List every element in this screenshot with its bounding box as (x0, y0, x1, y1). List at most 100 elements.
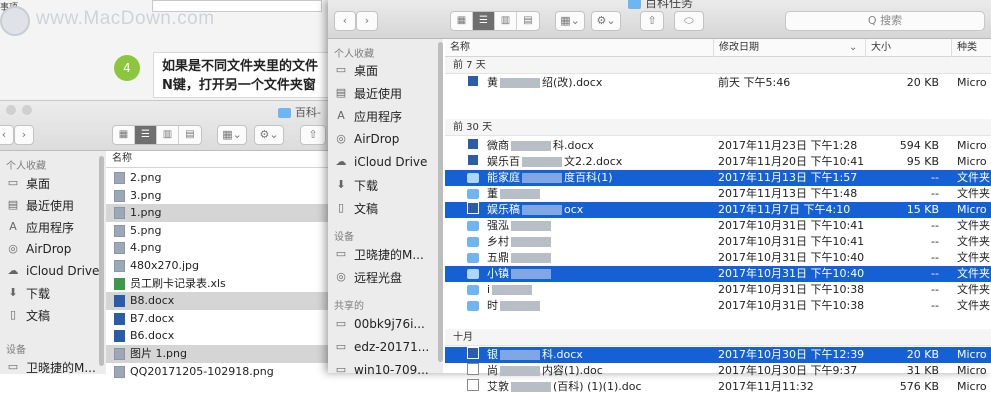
file-date: 2017年10月31日 下午10:40 (718, 251, 865, 264)
sidebar-item-airdrop[interactable]: ◎ AirDrop (334, 129, 399, 149)
gallery-view-icon[interactable]: ▤ (179, 126, 201, 144)
gallery-view-icon[interactable]: ▤ (517, 12, 539, 30)
computer-icon: ▭ (335, 247, 347, 260)
sidebar-item-applications[interactable]: A 应用程序 (334, 106, 402, 126)
icon-view-icon[interactable]: ▦ (113, 126, 135, 144)
close-icon[interactable] (6, 105, 16, 115)
action-gear-button[interactable]: ⚙⌄ (591, 11, 621, 31)
image-file-icon (114, 365, 125, 378)
front-finder-window[interactable]: 百科任务 ‹ › ▦ ☰ ▥ ▤ ▦⌄ ⚙⌄ ⇧ ⬭ Q 搜索 个人收藏 ▭ 桌面 ▤ 最… (328, 0, 991, 393)
column-header-size[interactable]: 大小 (865, 39, 951, 57)
view-mode-segment[interactable]: ▦ ☰ ▥ ▤ (450, 11, 540, 31)
file-row[interactable]: 银科.docx 2017年10月30日 下午12:39 20 KB Micro (445, 347, 991, 363)
file-row[interactable]: 微商 科.docx 2017年11月23日 下午1:28 594 KB Micro (445, 138, 991, 154)
view-mode-segment[interactable]: ▦ ☰ ▥ ▤ (112, 125, 202, 145)
search-input[interactable]: Q 搜索 (785, 11, 985, 31)
sidebar-item-label: iCloud Drive (354, 155, 428, 169)
file-row[interactable]: 1.png (106, 204, 330, 223)
folder-icon (278, 108, 291, 118)
file-date: 2017年11月11:32 (718, 380, 814, 393)
column-view-icon[interactable]: ▥ (495, 12, 517, 30)
file-row[interactable]: 乡村 2017年10月31日 下午10:41 -- 文件夹 (445, 234, 991, 250)
action-gear-button[interactable]: ⚙⌄ (254, 125, 284, 145)
file-row[interactable]: 2.png (106, 169, 330, 187)
file-name: 乡村 (487, 234, 707, 250)
sidebar-item-device[interactable]: ▭ 卫晓捷的M... (6, 357, 96, 377)
column-header-date[interactable]: 修改日期 (713, 39, 865, 57)
back-finder-window[interactable]: 百科- ‹ › ▦ ☰ ▥ ▤ ▦⌄ ⚙⌄ ⇧ 个人收藏 ▭ 桌面 ▤ 最近使用 A 应用程… (0, 100, 330, 378)
column-header-kind[interactable]: 种类 (951, 39, 991, 57)
file-row[interactable]: B7.docx (106, 310, 330, 328)
file-row[interactable]: 时 2017年10月31日 下午10:38 -- 文件夹 (445, 298, 991, 314)
sidebar-item-desktop[interactable]: ▭ 桌面 (6, 173, 50, 193)
share-button[interactable]: ⇧ (300, 125, 326, 145)
file-row[interactable]: 4.png (106, 239, 330, 257)
file-row[interactable]: 五鼎 2017年10月31日 下午10:40 -- 文件夹 (445, 250, 991, 266)
file-name: 董 (487, 186, 707, 202)
arrange-button[interactable]: ▦⌄ (555, 11, 585, 31)
sidebar-item-shared[interactable]: ▭ edz-20171... (334, 337, 429, 357)
sidebar-scrollbar[interactable] (99, 156, 104, 366)
file-row[interactable]: 3.png (106, 187, 330, 205)
sidebar-item-downloads[interactable]: ⬇ 下载 (6, 283, 50, 303)
list-view-icon[interactable]: ☰ (135, 126, 157, 144)
front-sidebar: 个人收藏 ▭ 桌面 ▤ 最近使用 A 应用程序 ◎ AirDrop ☁ iCloud Dr… (328, 39, 443, 377)
column-view-icon[interactable]: ▥ (157, 126, 179, 144)
sidebar-item-documents[interactable]: ▯ 文稿 (6, 305, 50, 325)
forward-button[interactable]: › (356, 11, 378, 31)
file-row[interactable]: B6.docx (106, 327, 330, 345)
sidebar-item-desktop[interactable]: ▭ 桌面 (334, 60, 378, 80)
sidebar-item-recents[interactable]: ▤ 最近使用 (6, 195, 74, 215)
file-row[interactable]: 娱乐百 文2.2.docx 2017年11月20日 下午10:41 95 KB Micr… (445, 154, 991, 170)
file-kind: Micro (957, 348, 987, 361)
arrange-button[interactable]: ▦⌄ (217, 125, 247, 145)
sidebar-item-applications[interactable]: A 应用程序 (6, 217, 74, 237)
icon-view-icon[interactable]: ▦ (451, 12, 473, 30)
applications-icon: A (337, 109, 345, 122)
file-row[interactable]: 强泓 2017年10月31日 下午10:41 -- 文件夹 (445, 218, 991, 234)
sidebar-item-shared[interactable]: ▭ win10-709... (334, 360, 429, 380)
file-row[interactable]: i 2017年10月31日 下午10:38 -- 文件夹 (445, 282, 991, 298)
tag-button[interactable]: ⬭ (674, 11, 704, 31)
sidebar-item-airdrop[interactable]: ◎ AirDrop (6, 239, 71, 259)
sidebar-scrollbar[interactable] (438, 42, 443, 362)
back-button[interactable]: ‹ (0, 125, 14, 145)
file-name: 小镇 (487, 266, 707, 282)
group-header: 前 7 天 (445, 57, 991, 74)
sidebar-item-documents[interactable]: ▯ 文稿 (334, 198, 378, 218)
sidebar-item-icloud[interactable]: ☁ iCloud Drive (334, 152, 428, 172)
file-kind: Micro (957, 139, 987, 152)
column-header-name[interactable]: 名称 (106, 151, 330, 168)
file-date: 2017年11月13日 下午1:57 (718, 171, 858, 184)
redacted-text (511, 221, 551, 231)
file-row[interactable]: 能家庭 度百科(1) 2017年11月13日 下午1:57 -- 文件夹 (445, 170, 991, 186)
list-view-icon[interactable]: ☰ (473, 12, 495, 30)
sidebar-item-device[interactable]: ▭ 卫晓捷的M... (334, 244, 424, 264)
file-date: 前天 下午5:46 (718, 76, 791, 89)
back-button[interactable]: ‹ (334, 11, 356, 31)
sidebar-item-remote-disc[interactable]: ◎ 远程光盘 (334, 267, 402, 287)
file-row[interactable]: 小镇 2017年10月31日 下午10:40 -- 文件夹 (445, 266, 991, 282)
file-row[interactable]: B8.docx (106, 292, 330, 311)
forward-button[interactable]: › (14, 125, 34, 145)
sidebar-item-shared[interactable]: ▭ 00bk9j76i... (334, 314, 425, 334)
file-row[interactable]: 娱乐稿 ocx 2017年11月7日 下午4:10 15 KB Micro (445, 202, 991, 218)
column-header-name[interactable]: 名称 (445, 39, 713, 57)
file-row[interactable]: 5.png (106, 222, 330, 240)
file-row[interactable]: QQ20171205-102918.png (106, 363, 330, 381)
file-row[interactable]: 尚内容(1).doc 2017年10月30日 下午9:37 31 KB Micro (445, 363, 991, 379)
share-button[interactable]: ⇧ (640, 11, 664, 31)
sidebar-item-downloads[interactable]: ⬇ 下载 (334, 175, 378, 195)
file-row[interactable]: 480x270.jpg (106, 257, 330, 275)
file-row[interactable]: 图片 1.png (106, 345, 330, 363)
file-row[interactable]: 黄绍(改).docx 前天 下午5:46 20 KB Micro (445, 75, 991, 91)
sidebar-item-icloud[interactable]: ☁ iCloud Drive (6, 261, 100, 281)
file-date: 2017年10月31日 下午10:40 (718, 267, 865, 280)
file-size: -- (931, 187, 939, 200)
minimize-icon[interactable] (22, 105, 32, 115)
file-row[interactable]: 员工刷卡记录表.xls (106, 275, 330, 293)
file-row[interactable]: 董 2017年11月13日 下午1:48 -- 文件夹 (445, 186, 991, 202)
file-row[interactable]: 艾敦 (百科) (1)(1).doc 2017年11月11:32 576 KB Micr… (445, 379, 991, 395)
sidebar-item-recents[interactable]: ▤ 最近使用 (334, 83, 402, 103)
redacted-text (511, 253, 551, 263)
